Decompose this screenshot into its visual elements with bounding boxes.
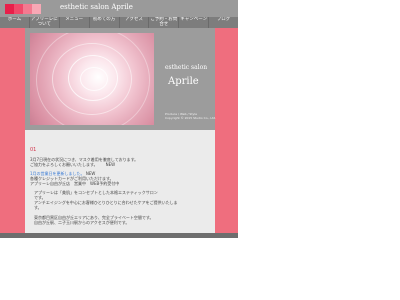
hero-info-line2: Copyright © 2015 Studio Co., Ltd. bbox=[165, 116, 217, 120]
top-bar: esthetic salon Aprile bbox=[0, 0, 238, 17]
hero-salon-name: Aprile bbox=[168, 76, 199, 87]
main-nav: ホーム アプリーレについて メニュー 初めての方 アクセス ご予約・お問合せ キ… bbox=[0, 17, 238, 28]
nav-item-menu[interactable]: メニュー bbox=[60, 17, 90, 28]
news-heading: 01 bbox=[30, 147, 37, 153]
swatch-1 bbox=[5, 4, 14, 14]
about-line: す。 bbox=[34, 205, 42, 210]
page-background: esthetic salon Aprile ホーム アプリーレについて メニュー… bbox=[0, 0, 238, 238]
nav-item-reservation[interactable]: ご予約・お問合せ bbox=[149, 17, 180, 28]
nav-item-home[interactable]: ホーム bbox=[0, 17, 30, 28]
news-line: ご協力をよろしくお願いいたします。 NEW bbox=[30, 162, 116, 167]
swatch-3 bbox=[23, 4, 32, 14]
rose-petal bbox=[36, 33, 150, 125]
swatch-4 bbox=[32, 4, 41, 14]
swatch-2 bbox=[14, 4, 23, 14]
nav-item-blog[interactable]: ブログ bbox=[209, 17, 238, 28]
hero-rose-image bbox=[30, 33, 154, 125]
access-line: 自由が丘駅、二子玉川駅からのアクセスが便利です。 bbox=[34, 220, 130, 225]
nav-item-about[interactable]: アプリーレについて bbox=[30, 17, 60, 28]
notice-line: アプリーレ自由が丘店 営業中 WEB予約受付中 bbox=[30, 181, 120, 186]
about-line: アプリーレは「美肌」をコンセプトとした本格エステティックサロン bbox=[34, 190, 158, 195]
hero-info: Produce / Web / Style Copyright © 2015 S… bbox=[165, 112, 216, 120]
about-line: アンチエイジングを中心にお客様ひとりひとりに合わせたケアをご提供いたしま bbox=[34, 200, 178, 205]
site-name[interactable]: esthetic salon Aprile bbox=[60, 3, 133, 11]
footer-bar bbox=[0, 233, 238, 238]
hero-tagline: esthetic salon bbox=[165, 64, 208, 71]
nav-item-first-visit[interactable]: 初めての方 bbox=[90, 17, 120, 28]
content-panel: 01 3月7日現在の状況につき、マスク着用を徹底しております。 ご協力をよろしく… bbox=[25, 130, 215, 233]
nav-item-campaign[interactable]: キャンペーン bbox=[179, 17, 210, 28]
color-swatches bbox=[5, 4, 41, 14]
header-panel: esthetic salon Aprile Produce / Web / St… bbox=[25, 28, 216, 130]
nav-item-access[interactable]: アクセス bbox=[120, 17, 150, 28]
